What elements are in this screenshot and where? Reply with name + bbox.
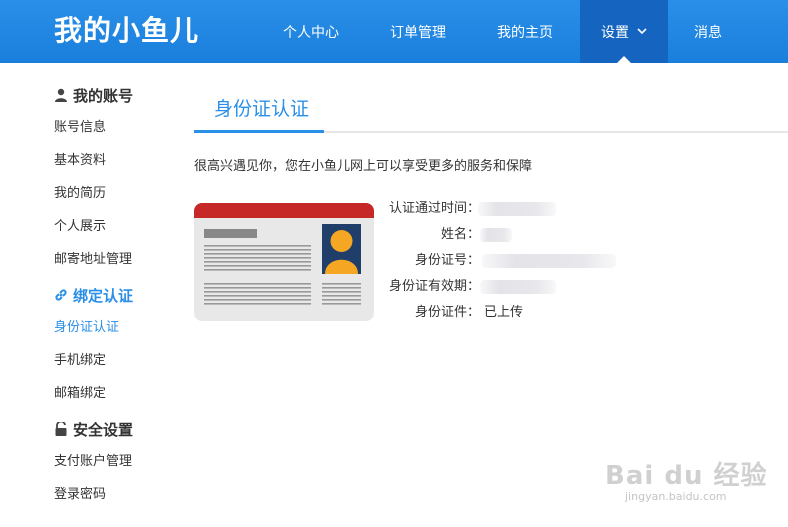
watermark-logo: Bai du 经验 <box>605 461 768 491</box>
info-label: 身份证有效期： <box>388 279 480 294</box>
nav-item-label: 消息 <box>694 25 722 41</box>
sidebar-group-security: 安全设置 <box>54 420 133 440</box>
sidebar-item-phone-binding[interactable]: 手机绑定 <box>54 352 106 370</box>
sidebar-item-account-info[interactable]: 账号信息 <box>54 119 106 137</box>
id-card-illustration <box>194 203 374 321</box>
tab-active-indicator <box>194 130 324 133</box>
sidebar-item-resume[interactable]: 我的简历 <box>54 185 106 203</box>
info-label: 身份证号： <box>414 253 480 268</box>
sidebar-group-title: 安全设置 <box>73 421 134 439</box>
sidebar-item-payment-account[interactable]: 支付账户管理 <box>54 453 132 471</box>
redacted-value <box>480 228 512 242</box>
nav-item-settings[interactable]: 设置 <box>580 0 668 66</box>
info-label: 认证通过时间： <box>388 201 480 216</box>
info-label: 姓名： <box>440 227 480 242</box>
nav-item-label: 个人中心 <box>283 25 339 41</box>
sidebar-item-address[interactable]: 邮寄地址管理 <box>54 251 132 269</box>
info-value-id-document: 已上传 <box>484 305 524 320</box>
link-icon <box>54 287 68 301</box>
nav-item-messages[interactable]: 消息 <box>680 0 736 63</box>
watermark-url: jingyan.baidu.com <box>625 490 727 503</box>
sidebar-item-showcase[interactable]: 个人展示 <box>54 218 106 236</box>
sidebar-item-basic-profile[interactable]: 基本资料 <box>54 152 106 170</box>
tab-id-verification[interactable]: 身份证认证 <box>214 97 309 121</box>
sidebar-group-account: 我的账号 <box>54 86 133 106</box>
redacted-value <box>478 202 556 216</box>
top-nav-bar: 我的小鱼儿 个人中心 订单管理 我的主页 设置 消息 <box>0 0 788 66</box>
id-card-icon <box>204 224 361 305</box>
sidebar-item-id-verification[interactable]: 身份证认证 <box>54 319 119 337</box>
lock-icon <box>54 420 68 436</box>
nav-item-label: 我的主页 <box>497 25 553 41</box>
sidebar-group-title: 绑定认证 <box>73 287 134 305</box>
baidu-jingyan-watermark: Bai du 经验 jingyan.baidu.com <box>605 455 767 515</box>
sidebar-group-title: 我的账号 <box>73 87 134 105</box>
nav-item-personal-center[interactable]: 个人中心 <box>270 0 352 63</box>
intro-text: 很高兴遇见你，您在小鱼儿网上可以享受更多的服务和保障 <box>194 159 533 174</box>
sidebar-item-login-password[interactable]: 登录密码 <box>54 486 106 504</box>
info-label: 身份证件： <box>414 305 480 320</box>
nav-item-orders[interactable]: 订单管理 <box>377 0 459 63</box>
chevron-down-icon <box>637 0 647 66</box>
redacted-value <box>480 280 556 294</box>
nav-item-label: 设置 <box>601 25 629 41</box>
active-pointer <box>616 56 632 64</box>
nav-item-label: 订单管理 <box>390 25 446 41</box>
redacted-value <box>482 254 616 268</box>
sidebar-group-verification: 绑定认证 <box>54 286 133 306</box>
sidebar-item-email-binding[interactable]: 邮箱绑定 <box>54 385 106 403</box>
nav-item-home[interactable]: 我的主页 <box>484 0 566 63</box>
site-logo[interactable]: 我的小鱼儿 <box>54 13 199 49</box>
user-icon <box>54 87 68 102</box>
